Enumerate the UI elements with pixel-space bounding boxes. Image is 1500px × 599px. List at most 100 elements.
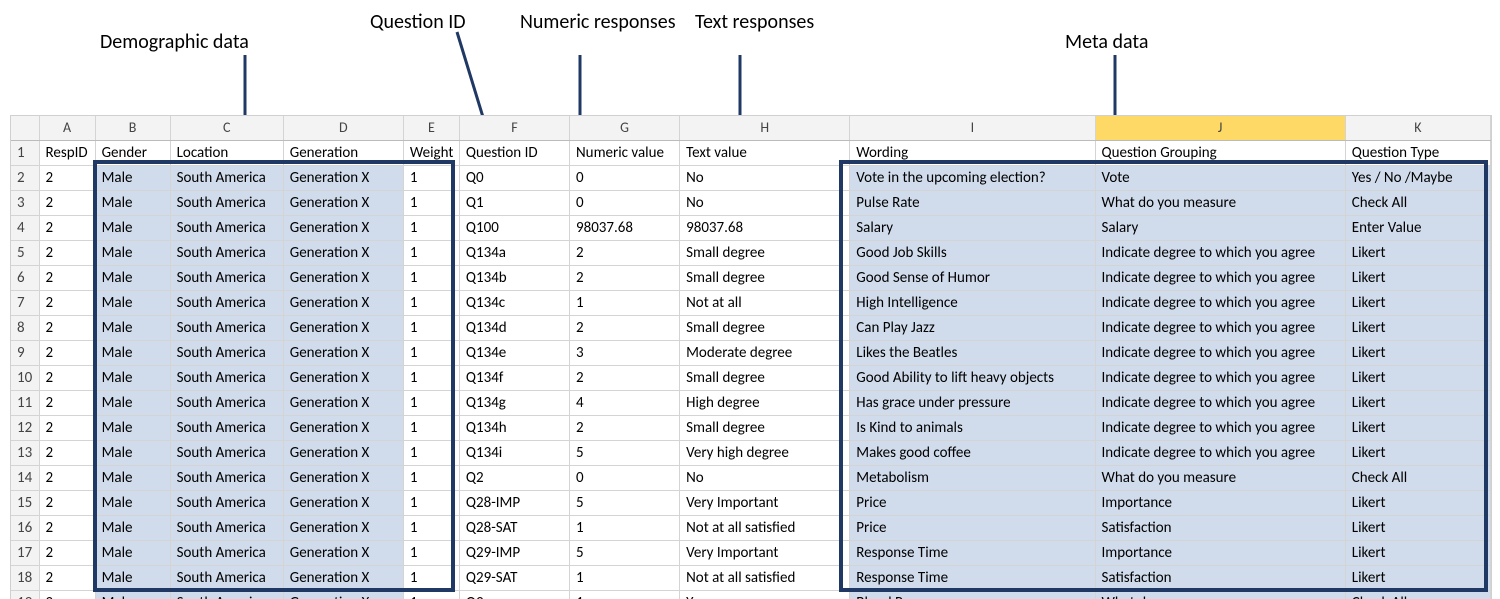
row-header[interactable]: 17 (11, 541, 39, 566)
row-header[interactable]: 18 (11, 566, 39, 591)
cell[interactable]: Generation X (283, 316, 403, 341)
cell[interactable]: Is Kind to animals (850, 416, 1095, 441)
cell[interactable]: 2 (39, 566, 95, 591)
cell[interactable]: 2 (39, 516, 95, 541)
cell[interactable]: Salary (1095, 216, 1345, 241)
cell[interactable]: Male (95, 216, 170, 241)
cell[interactable]: Yes (680, 591, 850, 599)
cell[interactable]: Small degree (680, 266, 850, 291)
cell[interactable]: Male (95, 191, 170, 216)
cell[interactable]: 1 (403, 191, 459, 216)
cell[interactable]: High degree (680, 391, 850, 416)
header-weight[interactable]: Weight (403, 141, 459, 166)
cell[interactable]: Vote in the upcoming election? (850, 166, 1095, 191)
cell[interactable]: Male (95, 541, 170, 566)
cell[interactable]: Makes good coffee (850, 441, 1095, 466)
header-location[interactable]: Location (170, 141, 283, 166)
cell[interactable]: Q134a (459, 241, 569, 266)
cell[interactable]: Blood Pressure (850, 591, 1095, 599)
cell[interactable]: Likert (1345, 366, 1490, 391)
cell[interactable]: Not at all (680, 291, 850, 316)
row-header[interactable]: 3 (11, 191, 39, 216)
cell[interactable]: Male (95, 566, 170, 591)
cell[interactable]: 1 (403, 416, 459, 441)
row-header[interactable]: 1 (11, 141, 39, 166)
cell[interactable]: 3 (570, 341, 680, 366)
cell[interactable]: 2 (570, 366, 680, 391)
cell[interactable]: Can Play Jazz (850, 316, 1095, 341)
cell[interactable]: Male (95, 266, 170, 291)
cell[interactable]: Importance (1095, 491, 1345, 516)
row-header[interactable]: 10 (11, 366, 39, 391)
cell[interactable]: 1 (570, 566, 680, 591)
cell[interactable]: 2 (570, 266, 680, 291)
cell[interactable]: Male (95, 391, 170, 416)
cell[interactable]: No (680, 191, 850, 216)
cell[interactable]: 2 (39, 391, 95, 416)
cell[interactable]: Generation X (283, 566, 403, 591)
header-generation[interactable]: Generation (283, 141, 403, 166)
col-header-f[interactable]: F (459, 116, 569, 141)
header-respid[interactable]: RespID (39, 141, 95, 166)
row-header[interactable]: 6 (11, 266, 39, 291)
cell[interactable]: South America (170, 241, 283, 266)
cell[interactable]: 2 (39, 316, 95, 341)
cell[interactable]: Male (95, 366, 170, 391)
cell[interactable]: Q134d (459, 316, 569, 341)
cell[interactable]: 1 (403, 216, 459, 241)
col-header-c[interactable]: C (170, 116, 283, 141)
cell[interactable]: Generation X (283, 516, 403, 541)
cell[interactable]: Not at all satisfied (680, 516, 850, 541)
cell[interactable]: Male (95, 591, 170, 599)
select-all-corner[interactable] (11, 116, 39, 141)
cell[interactable]: Indicate degree to which you agree (1095, 241, 1345, 266)
header-question-id[interactable]: Question ID (459, 141, 569, 166)
cell[interactable]: Importance (1095, 541, 1345, 566)
col-header-a[interactable]: A (39, 116, 95, 141)
cell[interactable]: Salary (850, 216, 1095, 241)
header-question-grouping[interactable]: Question Grouping (1095, 141, 1345, 166)
row-header[interactable]: 15 (11, 491, 39, 516)
cell[interactable]: Good Ability to lift heavy objects (850, 366, 1095, 391)
cell[interactable]: 2 (570, 316, 680, 341)
cell[interactable]: Q134b (459, 266, 569, 291)
cell[interactable]: 5 (570, 491, 680, 516)
cell[interactable]: Q29-IMP (459, 541, 569, 566)
cell[interactable]: South America (170, 566, 283, 591)
cell[interactable]: 2 (570, 416, 680, 441)
cell[interactable]: Q3 (459, 591, 569, 599)
cell[interactable]: Q100 (459, 216, 569, 241)
cell[interactable]: Male (95, 441, 170, 466)
cell[interactable]: Generation X (283, 441, 403, 466)
cell[interactable]: Male (95, 166, 170, 191)
cell[interactable]: Enter Value (1345, 216, 1490, 241)
cell[interactable]: South America (170, 291, 283, 316)
cell[interactable]: Check All (1345, 191, 1490, 216)
row-header[interactable]: 16 (11, 516, 39, 541)
cell[interactable]: Generation X (283, 266, 403, 291)
row-header[interactable]: 14 (11, 466, 39, 491)
cell[interactable]: 98037.68 (570, 216, 680, 241)
cell[interactable]: Likert (1345, 266, 1490, 291)
cell[interactable]: Yes / No /Maybe (1345, 166, 1490, 191)
cell[interactable]: What do you measure (1095, 591, 1345, 599)
cell[interactable]: South America (170, 466, 283, 491)
cell[interactable]: Male (95, 341, 170, 366)
cell[interactable]: Metabolism (850, 466, 1095, 491)
header-numeric-value[interactable]: Numeric value (570, 141, 680, 166)
col-header-g[interactable]: G (570, 116, 680, 141)
cell[interactable]: 2 (39, 491, 95, 516)
cell[interactable]: 1 (403, 466, 459, 491)
cell[interactable]: Indicate degree to which you agree (1095, 416, 1345, 441)
row-header[interactable]: 9 (11, 341, 39, 366)
cell[interactable]: Indicate degree to which you agree (1095, 291, 1345, 316)
row-header[interactable]: 11 (11, 391, 39, 416)
cell[interactable]: Response Time (850, 566, 1095, 591)
cell[interactable]: 2 (570, 241, 680, 266)
cell[interactable]: Q134e (459, 341, 569, 366)
cell[interactable]: Likert (1345, 316, 1490, 341)
cell[interactable]: No (680, 166, 850, 191)
row-header[interactable]: 13 (11, 441, 39, 466)
cell[interactable]: What do you measure (1095, 191, 1345, 216)
cell[interactable]: 1 (570, 516, 680, 541)
